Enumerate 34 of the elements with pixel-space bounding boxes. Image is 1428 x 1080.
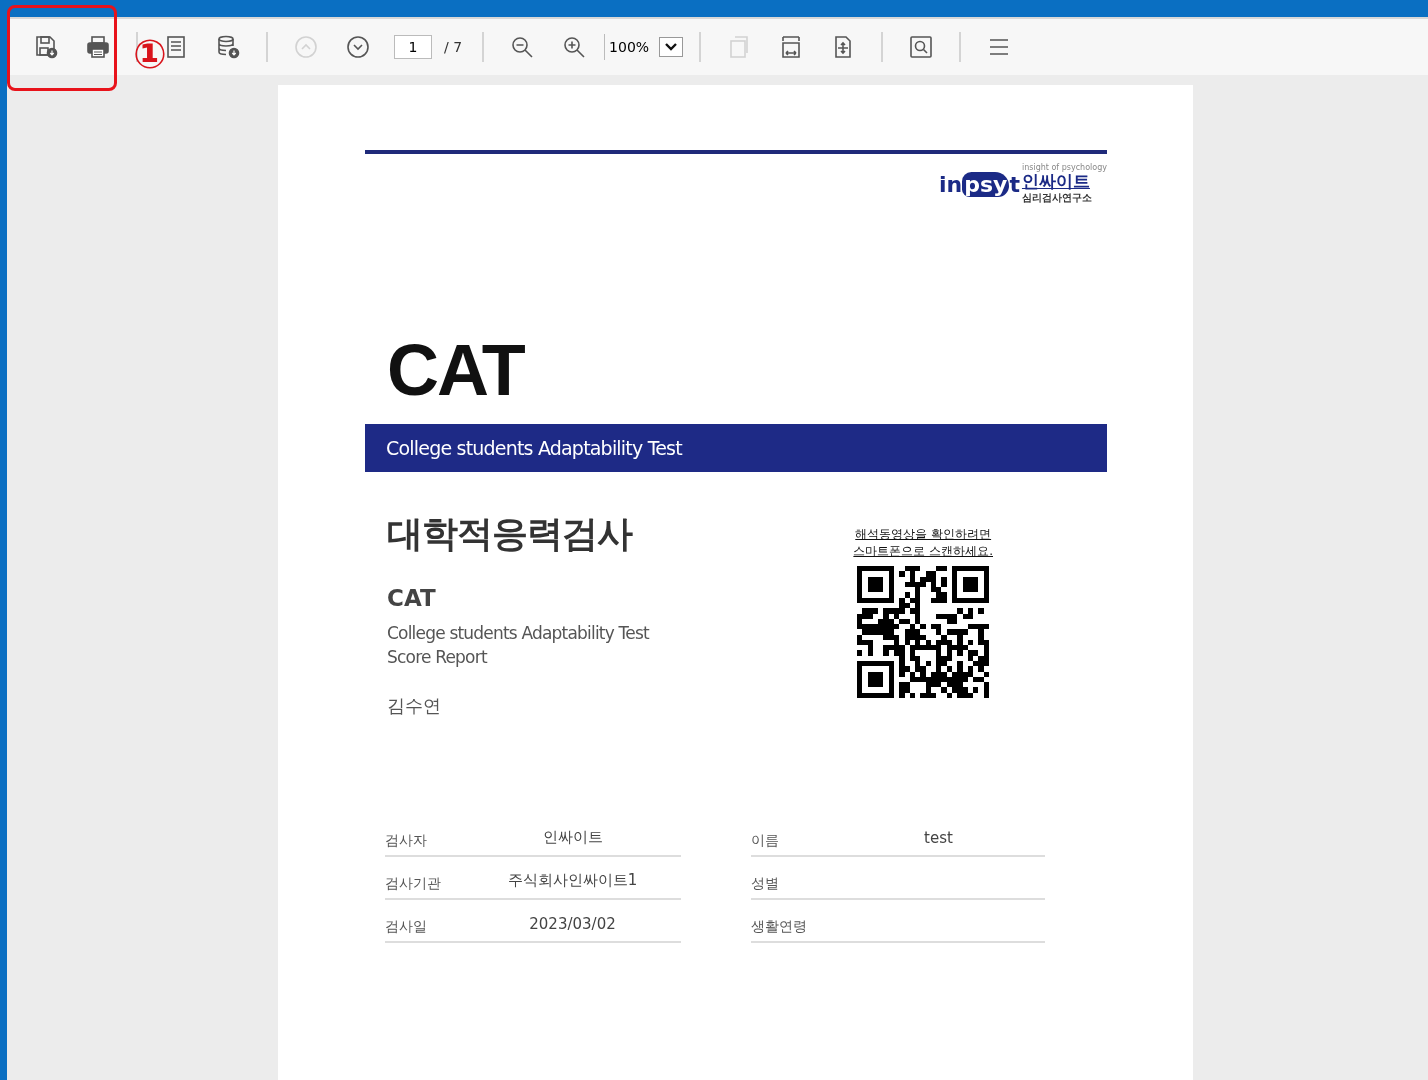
caret-icon <box>659 37 684 57</box>
korean-title: 대학적응력검사 <box>387 512 634 556</box>
info-label: 이름 <box>751 832 780 850</box>
report-subtitle: CAT <box>387 585 437 611</box>
logo-subtitle: 심리검사연구소 <box>1021 190 1092 205</box>
info-value: test <box>923 829 954 849</box>
logo-tagline: insight of psychology <box>1021 163 1107 173</box>
person-name: 김수연 <box>387 694 442 718</box>
page-number-field[interactable]: 1 <box>394 35 432 59</box>
info-label: 검사기관 <box>385 875 442 893</box>
report-description: College students Adaptability Test <box>387 622 649 645</box>
save-icon <box>33 34 59 60</box>
logo-wordmark: inpsyt <box>939 171 1020 197</box>
info-label: 성별 <box>751 875 780 893</box>
callout-number: ① <box>133 34 167 74</box>
down-chevron-icon <box>345 34 371 60</box>
logo-name: 인싸이트 <box>1021 172 1090 191</box>
info-label: 검사일 <box>385 918 428 936</box>
title-banner: College students Adaptability Test <box>365 424 1107 472</box>
printer-icon <box>85 34 111 60</box>
info-value: 주식회사인싸이트1 <box>506 871 639 891</box>
info-value: 2023/03/02 <box>528 915 617 935</box>
page-total: / 7 <box>444 39 463 55</box>
database-icon <box>215 34 241 60</box>
up-chevron-icon <box>293 34 319 60</box>
search-icon <box>908 34 935 60</box>
qr-caption: 스마트폰으로 스캔하세요. <box>853 543 993 560</box>
report-title: CAT <box>387 334 526 406</box>
qr-caption: 해석동영상을 확인하려면 <box>855 526 992 543</box>
info-value: 인싸이트 <box>541 828 604 848</box>
info-label: 검사자 <box>385 832 428 850</box>
zoom-dropdown[interactable]: 100% <box>604 34 688 60</box>
report-description: Score Report <box>387 646 489 669</box>
info-label: 생활연령 <box>751 918 808 936</box>
